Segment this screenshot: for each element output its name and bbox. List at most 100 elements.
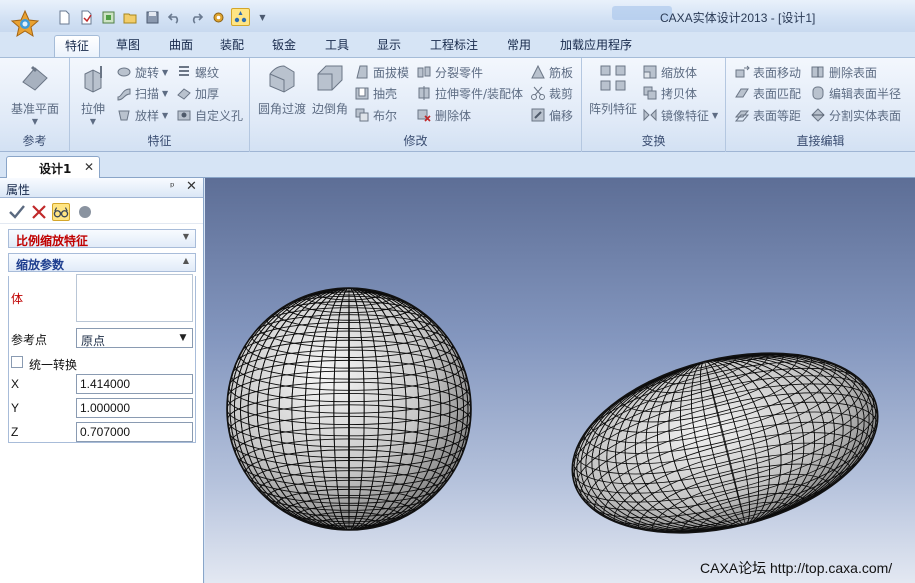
array-icon	[600, 65, 626, 91]
trim-button[interactable]: 裁剪	[530, 84, 573, 102]
redo-icon[interactable]	[187, 8, 206, 26]
pin-icon[interactable]: ᵖ	[170, 180, 175, 193]
split-part-icon	[417, 66, 431, 78]
preview-glasses-icon[interactable]	[52, 203, 70, 221]
scale-params-label: 缩放参数	[16, 258, 65, 272]
offset-face-button[interactable]: 表面等距	[734, 106, 801, 124]
close-icon[interactable]: ✕	[84, 160, 94, 174]
boolean-button[interactable]: 布尔	[354, 106, 397, 124]
feature-name-label: 比例缩放特征	[16, 234, 89, 248]
chevron-down-icon: ▼	[31, 117, 39, 126]
group-direct-edit: 表面移动 表面匹配 表面等距 删除表面 编辑表面半径 分割实体表面 直接编辑	[726, 58, 915, 152]
tab-tools[interactable]: 工具	[321, 35, 353, 58]
body-selection-box[interactable]	[76, 274, 193, 322]
delete-face-button[interactable]: 删除表面	[810, 63, 877, 81]
loft-label: 放样	[135, 108, 160, 123]
extrude-button[interactable]: 拉伸 ▼	[76, 62, 110, 126]
edit-face-radius-button[interactable]: 编辑表面半径	[810, 84, 901, 102]
save-icon[interactable]	[143, 8, 162, 26]
tab-add-ins[interactable]: 加载应用程序	[556, 35, 636, 58]
sphere-body[interactable]	[226, 285, 472, 533]
undo-icon[interactable]	[165, 8, 184, 26]
viewport-scene[interactable]	[205, 178, 915, 583]
delete-body-button[interactable]: 删除体	[416, 106, 471, 124]
sweep-button[interactable]: 扫描 ▼	[116, 84, 168, 102]
confirm-check-icon[interactable]	[8, 203, 26, 221]
thicken-button[interactable]: 加厚	[176, 84, 219, 102]
copy-body-button[interactable]: 拷贝体	[642, 84, 697, 102]
edit-radius-icon	[812, 86, 824, 100]
chamfer-button[interactable]: 边倒角	[310, 62, 350, 117]
copy-body-label: 拷贝体	[661, 86, 698, 101]
helix-label: 螺纹	[195, 65, 220, 80]
ribbon-panel: 基准平面 ▼ 参考 拉伸 ▼ 旋转 ▼ 扫描 ▼ 放样 ▼ 螺纹 加厚 自定义孔…	[0, 57, 915, 152]
trim-icon	[531, 86, 545, 100]
uniform-transform-checkbox[interactable]	[11, 356, 23, 368]
tab-surface[interactable]: 曲面	[165, 35, 197, 58]
new-drawing-icon[interactable]	[99, 8, 118, 26]
new-file-icon[interactable]	[55, 8, 74, 26]
scale-body-button[interactable]: 缩放体	[642, 63, 697, 81]
rib-button[interactable]: 筋板	[530, 63, 573, 81]
ref-point-select[interactable]: 原点 ▼	[76, 328, 193, 348]
tab-feature[interactable]: 特征	[54, 35, 100, 58]
open-folder-icon[interactable]	[121, 8, 140, 26]
cancel-x-icon[interactable]	[30, 203, 48, 221]
loft-button[interactable]: 放样 ▼	[116, 106, 168, 124]
x-label: X	[11, 377, 20, 391]
split-face-icon	[811, 108, 825, 122]
tab-engineering-annotation[interactable]: 工程标注	[426, 35, 482, 58]
helix-button[interactable]: 螺纹	[176, 63, 219, 81]
tab-common[interactable]: 常用	[503, 35, 535, 58]
boolean-icon	[355, 108, 369, 122]
wizard-icon[interactable]	[231, 8, 250, 26]
move-face-icon	[735, 65, 750, 78]
tab-display[interactable]: 显示	[373, 35, 405, 58]
mirror-feature-button[interactable]: 镜像特征 ▼	[642, 106, 718, 124]
z-scale-input[interactable]: 0.707000	[76, 422, 193, 442]
settings-gear-icon[interactable]	[209, 8, 228, 26]
draft-button[interactable]: 面拔模	[354, 63, 409, 81]
y-scale-input[interactable]: 1.000000	[76, 398, 193, 418]
tab-assembly[interactable]: 装配	[216, 35, 248, 58]
split-solid-face-button[interactable]: 分割实体表面	[810, 106, 901, 124]
array-feature-button[interactable]: 阵列特征	[588, 62, 638, 117]
draft-label: 面拔模	[373, 65, 410, 80]
tab-sketch[interactable]: 草图	[112, 35, 144, 58]
z-label: Z	[11, 425, 19, 439]
datum-plane-button[interactable]: 基准平面 ▼	[8, 62, 62, 126]
array-feature-label: 阵列特征	[588, 102, 637, 116]
move-face-label: 表面移动	[753, 65, 802, 80]
customize-qat-icon[interactable]: ▼	[253, 8, 272, 26]
feature-name-header[interactable]: 比例缩放特征 ▼	[8, 229, 196, 248]
match-face-button[interactable]: 表面匹配	[734, 84, 801, 102]
help-circle-icon[interactable]	[76, 203, 94, 221]
move-face-button[interactable]: 表面移动	[734, 63, 801, 81]
fillet-button[interactable]: 圆角过渡	[256, 62, 308, 117]
chevron-up-icon: ▲	[182, 256, 189, 265]
document-tab-design1[interactable]: 设计1 ✕	[6, 156, 100, 178]
offset-face-icon	[734, 110, 750, 122]
scale-params-header[interactable]: 缩放参数 ▲	[8, 253, 196, 272]
extrude-part-button[interactable]: 拉伸零件/装配体	[416, 84, 523, 102]
split-part-button[interactable]: 分裂零件	[416, 63, 483, 81]
close-icon[interactable]: ✕	[186, 179, 197, 194]
offset-icon	[531, 108, 545, 122]
chevron-down-icon: ▼	[162, 110, 169, 120]
chevron-down-icon: ▼	[182, 232, 189, 241]
3d-viewport[interactable]: CAXA论坛 http://top.caxa.com/	[205, 178, 915, 583]
match-face-icon	[735, 88, 749, 98]
tab-sheetmetal[interactable]: 钣金	[268, 35, 300, 58]
shell-button[interactable]: 抽壳	[354, 84, 397, 102]
fillet-icon	[269, 65, 295, 93]
quick-access-toolbar: ▼	[55, 8, 272, 26]
revolve-button[interactable]: 旋转 ▼	[116, 63, 168, 81]
extrude-icon	[84, 66, 102, 93]
custom-hole-button[interactable]: 自定义孔	[176, 106, 243, 124]
window-title: CAXA实体设计2013 - [设计1]	[660, 11, 816, 25]
offset-button[interactable]: 偏移	[530, 106, 573, 124]
scaled-ellipsoid-body[interactable]	[550, 312, 900, 574]
x-scale-input[interactable]: 1.414000	[76, 374, 193, 394]
new-design-icon[interactable]	[77, 8, 96, 26]
delete-body-label: 删除体	[435, 108, 472, 123]
